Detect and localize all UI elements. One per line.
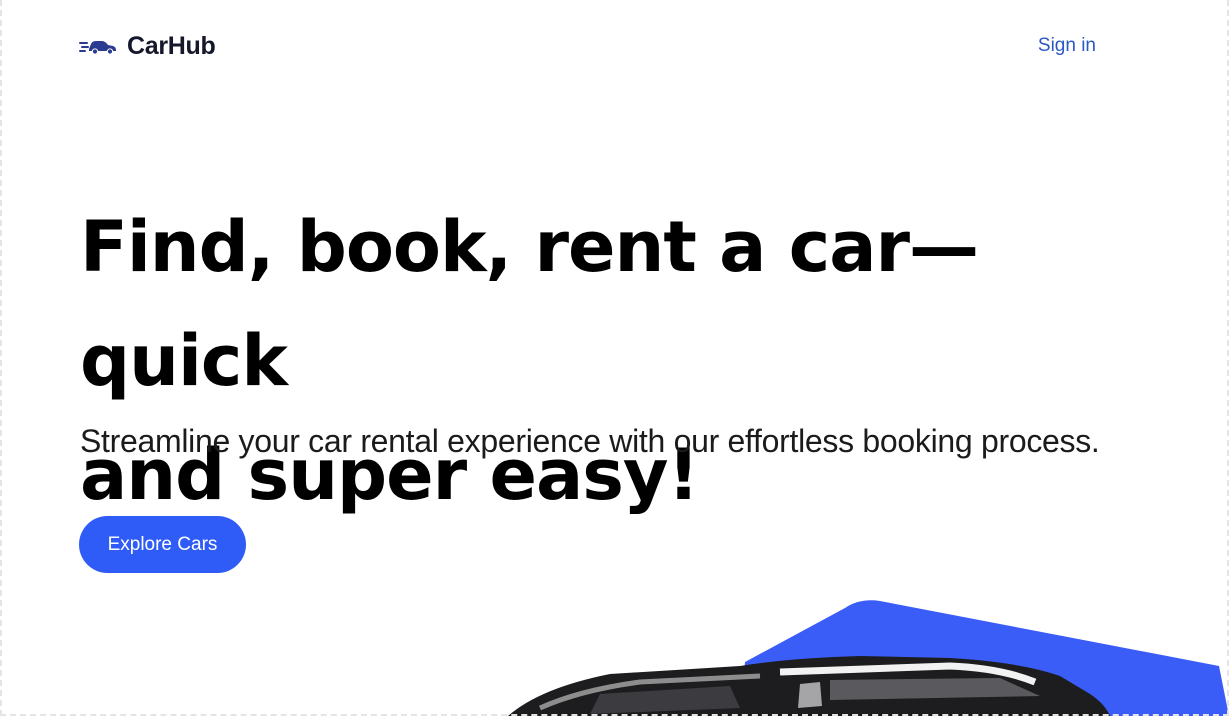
sign-in-link[interactable]: Sign in — [1038, 35, 1096, 57]
logo[interactable]: CarHub — [79, 31, 216, 61]
hero-title-line-1: Find, book, rent a car—quick — [80, 206, 979, 402]
explore-cars-button[interactable]: Explore Cars — [79, 516, 246, 573]
brand-name: CarHub — [127, 31, 216, 60]
hero-subtitle: Streamline your car rental experience wi… — [80, 423, 1100, 459]
car-speed-icon — [79, 41, 116, 55]
navbar: CarHub Sign in — [79, 28, 1096, 64]
hero-car-image — [508, 600, 1229, 716]
hero-title: Find, book, rent a car—quick and super e… — [80, 190, 1180, 532]
